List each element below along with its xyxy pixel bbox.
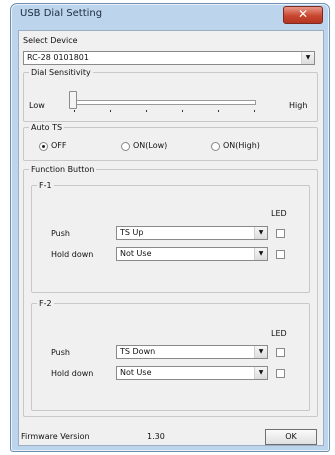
chevron-down-icon[interactable]: ▼: [254, 367, 267, 379]
chevron-down-icon[interactable]: ▼: [254, 248, 267, 260]
f1-push-led-checkbox[interactable]: [276, 229, 285, 238]
f1-hold-dropdown[interactable]: Not Use ▼: [116, 247, 268, 261]
auto-ts-on-low-radio[interactable]: [121, 142, 130, 151]
auto-ts-on-high-label: ON(High): [223, 141, 260, 150]
close-icon: ✕: [297, 7, 309, 21]
f2-hold-label: Hold down: [51, 369, 94, 378]
auto-ts-group: Auto TS: [23, 123, 318, 161]
f1-push-dropdown[interactable]: TS Up ▼: [116, 226, 268, 240]
titlebar[interactable]: USB Dial Setting ✕: [11, 4, 329, 28]
auto-ts-label: Auto TS: [31, 123, 63, 132]
f1-hold-value: Not Use: [120, 249, 152, 258]
f1-label: F-1: [39, 181, 52, 190]
slider-tick: [146, 110, 147, 112]
select-device-dropdown[interactable]: RC-28 0101801 ▼: [23, 51, 315, 65]
chevron-down-icon[interactable]: ▼: [301, 52, 314, 64]
function-button-label: Function Button: [31, 165, 95, 174]
auto-ts-on-low-label: ON(Low): [133, 141, 168, 150]
auto-ts-on-high-radio[interactable]: [211, 142, 220, 151]
f2-hold-dropdown[interactable]: Not Use ▼: [116, 366, 268, 380]
f2-push-led-checkbox[interactable]: [276, 348, 285, 357]
slider-tick: [74, 110, 75, 112]
firmware-version-label: Firmware Version: [21, 432, 90, 441]
close-button[interactable]: ✕: [283, 6, 323, 24]
f2-push-value: TS Down: [120, 347, 156, 356]
chevron-down-icon[interactable]: ▼: [254, 227, 267, 239]
auto-ts-off-label: OFF: [51, 141, 67, 150]
f1-hold-led-checkbox[interactable]: [276, 250, 285, 259]
f2-hold-led-checkbox[interactable]: [276, 369, 285, 378]
select-device-label: Select Device: [23, 36, 78, 45]
f1-hold-label: Hold down: [51, 250, 94, 259]
select-device-value: RC-28 0101801: [27, 53, 89, 62]
f2-push-label: Push: [51, 348, 70, 357]
window-title: USB Dial Setting: [20, 8, 103, 19]
auto-ts-off-radio[interactable]: [39, 142, 48, 151]
dialog-body: Select Device RC-28 0101801 ▼ Dial Sensi…: [18, 30, 324, 446]
f1-led-header: LED: [271, 209, 287, 218]
chevron-down-icon[interactable]: ▼: [254, 346, 267, 358]
usb-dial-setting-dialog: USB Dial Setting ✕ Select Device RC-28 0…: [10, 3, 330, 452]
slider-thumb[interactable]: [69, 91, 77, 109]
slider-tick: [182, 110, 183, 112]
f2-led-header: LED: [271, 329, 287, 338]
f2-hold-value: Not Use: [120, 368, 152, 377]
slider-tick: [218, 110, 219, 112]
f1-push-label: Push: [51, 229, 70, 238]
slider-tick: [254, 110, 255, 112]
f1-push-value: TS Up: [120, 228, 144, 237]
dial-sensitivity-slider[interactable]: [19, 68, 319, 120]
slider-tick: [110, 110, 111, 112]
f2-label: F-2: [39, 299, 52, 308]
ok-button[interactable]: OK: [265, 429, 317, 445]
f2-push-dropdown[interactable]: TS Down ▼: [116, 345, 268, 359]
slider-track: [74, 100, 256, 105]
firmware-version-value: 1.30: [147, 432, 165, 441]
